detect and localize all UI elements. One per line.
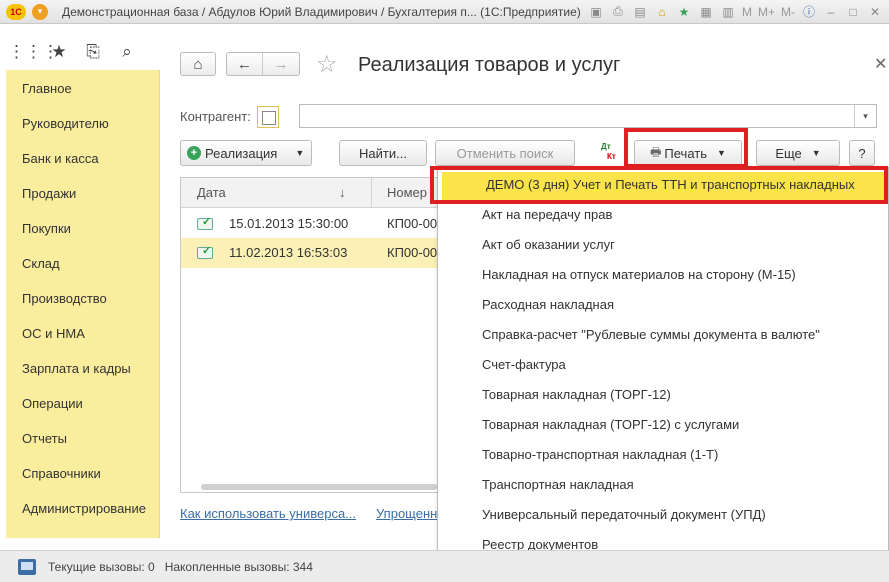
form-close-icon[interactable]: ✕	[874, 54, 887, 74]
kt-label: Кт	[607, 152, 616, 161]
star-icon[interactable]: ★	[42, 42, 76, 62]
how-to-use-link[interactable]: Как использовать универса...	[180, 506, 356, 521]
history-icon[interactable]: ⎘	[76, 42, 110, 62]
memory-plus-button[interactable]: M+	[758, 5, 775, 19]
memory-button[interactable]: M	[742, 5, 752, 19]
home-button[interactable]: ⌂	[180, 52, 216, 76]
menu-item-transport[interactable]: Транспортная накладная	[482, 477, 634, 492]
table-row[interactable]: 15.01.2013 15:30:00 КП00-000	[181, 209, 439, 239]
status-bar: Текущие вызовы: 0 Накопленные вызовы: 34…	[0, 550, 889, 582]
title-bar: 1С ▾ Демонстрационная база / Абдулов Юри…	[0, 0, 889, 24]
grid-icon[interactable]: ⋮⋮⋮	[8, 42, 59, 62]
main-menu-icon[interactable]: ▾	[32, 3, 48, 20]
posted-document-icon	[197, 215, 213, 230]
dt-kt-icon[interactable]: Дт Кт	[601, 142, 621, 164]
accumulated-calls: Накопленные вызовы: 344	[164, 559, 313, 574]
sidebar-item-catalogs[interactable]: Справочники	[22, 466, 101, 481]
kontragent-checkbox[interactable]	[257, 106, 279, 128]
sidebar-item-director[interactable]: Руководителю	[22, 116, 109, 131]
forward-button[interactable]: →	[263, 53, 299, 75]
sidebar-item-main[interactable]: Главное	[22, 81, 72, 96]
documents-table: Дата ↓ Номер 15.01.2013 15:30:00 КП00-00…	[180, 177, 440, 493]
sections-toolbar: ⋮⋮⋮ ★ ⎘ ⌕	[0, 36, 160, 68]
sidebar-item-assets[interactable]: ОС и НМА	[22, 326, 85, 341]
sidebar-item-salary[interactable]: Зарплата и кадры	[22, 361, 131, 376]
kontragent-label: Контрагент:	[180, 109, 251, 124]
calculator-icon[interactable]: ▥	[720, 4, 736, 20]
column-date[interactable]: Дата	[197, 185, 226, 200]
minimize-icon[interactable]: –	[823, 4, 839, 20]
sidebar-item-purchases[interactable]: Покупки	[22, 221, 71, 236]
memory-minus-button[interactable]: M-	[781, 5, 795, 19]
sidebar-item-reports[interactable]: Отчеты	[22, 431, 67, 446]
print-icon[interactable]: ⎙	[610, 4, 626, 20]
home-icon[interactable]: ⌂	[654, 4, 670, 20]
row-number: КП00-000	[387, 216, 440, 231]
realization-button[interactable]: + Реализация ▼	[180, 140, 312, 166]
row-date: 11.02.2013 16:53:03	[229, 245, 348, 260]
menu-item-act-rights[interactable]: Акт на передачу прав	[482, 207, 612, 222]
page-title: Реализация товаров и услуг	[358, 54, 621, 76]
find-button[interactable]: Найти...	[339, 140, 427, 166]
help-button[interactable]: ?	[849, 140, 875, 166]
back-button[interactable]: ←	[227, 53, 263, 75]
realization-label: Реализация	[205, 145, 278, 161]
menu-item-m15[interactable]: Накладная на отпуск материалов на сторон…	[482, 267, 796, 282]
save-icon[interactable]: ▣	[588, 4, 604, 20]
sections-panel: Главное Руководителю Банк и касса Продаж…	[6, 70, 160, 538]
menu-item-upd[interactable]: Универсальный передаточный документ (УПД…	[482, 507, 766, 522]
preview-icon[interactable]: ▤	[632, 4, 648, 20]
calls-monitor-icon[interactable]	[18, 558, 36, 575]
column-number[interactable]: Номер	[387, 185, 427, 200]
chevron-down-icon[interactable]: ▾	[854, 105, 876, 127]
more-button[interactable]: Еще ▼	[756, 140, 840, 166]
menu-item-currency-calc[interactable]: Справка-расчет "Рублевые суммы документа…	[482, 327, 820, 342]
maximize-icon[interactable]: □	[845, 4, 861, 20]
favorite-star-icon[interactable]: ☆	[316, 50, 338, 79]
app-logo: 1С	[6, 3, 26, 20]
print-button-highlight-frame	[624, 128, 748, 168]
favorites-icon[interactable]: ★	[676, 4, 692, 20]
home-icon: ⌂	[193, 55, 203, 73]
print-menu: ДЕМО (3 дня) Учет и Печать ТТН и транспо…	[437, 167, 889, 559]
more-label: Еще	[775, 145, 802, 161]
menu-item-1t[interactable]: Товарно-транспортная накладная (1-Т)	[482, 447, 718, 462]
sidebar-item-operations[interactable]: Операции	[22, 396, 83, 411]
close-icon[interactable]: ✕	[867, 4, 883, 20]
sidebar-item-warehouse[interactable]: Склад	[22, 256, 60, 271]
sidebar-item-bank[interactable]: Банк и касса	[22, 151, 99, 166]
row-date: 15.01.2013 15:30:00	[229, 216, 349, 231]
calendar-icon[interactable]: ▦	[698, 4, 714, 20]
navigation-group: ← →	[226, 52, 300, 76]
menu-item-torg12-services[interactable]: Товарная накладная (ТОРГ-12) с услугами	[482, 417, 739, 432]
kontragent-field[interactable]: ▾	[299, 104, 877, 128]
window-title: Демонстрационная база / Абдулов Юрий Вла…	[62, 4, 581, 19]
simplified-link[interactable]: Упрощенн	[376, 506, 437, 521]
posted-document-icon	[197, 244, 213, 259]
sidebar-item-sales[interactable]: Продажи	[22, 186, 76, 201]
table-header: Дата ↓ Номер	[181, 178, 439, 208]
menu-item-torg12[interactable]: Товарная накладная (ТОРГ-12)	[482, 387, 671, 402]
dt-label: Дт	[601, 142, 611, 151]
sidebar-item-admin[interactable]: Администрирование	[22, 501, 146, 516]
horizontal-scrollbar[interactable]	[201, 484, 437, 490]
sidebar-item-production[interactable]: Производство	[22, 291, 107, 306]
menu-item-act-services[interactable]: Акт об оказании услуг	[482, 237, 615, 252]
current-calls: Текущие вызовы: 0	[48, 559, 155, 574]
table-row-selected[interactable]: 11.02.2013 16:53:03 КП00-000	[181, 238, 439, 268]
menu-item-invoice[interactable]: Счет-фактура	[482, 357, 566, 372]
cancel-search-button[interactable]: Отменить поиск	[435, 140, 575, 166]
sort-arrow-icon: ↓	[339, 185, 346, 200]
menu-item-highlight-frame	[430, 166, 888, 204]
search-icon[interactable]: ⌕	[110, 42, 144, 62]
menu-item-expense-invoice[interactable]: Расходная накладная	[482, 297, 614, 312]
row-number: КП00-000	[387, 245, 440, 260]
chevron-down-icon: ▼	[295, 148, 305, 158]
plus-icon: +	[187, 146, 201, 160]
chevron-down-icon: ▼	[811, 148, 821, 158]
info-icon[interactable]: ⓘ	[801, 4, 817, 20]
